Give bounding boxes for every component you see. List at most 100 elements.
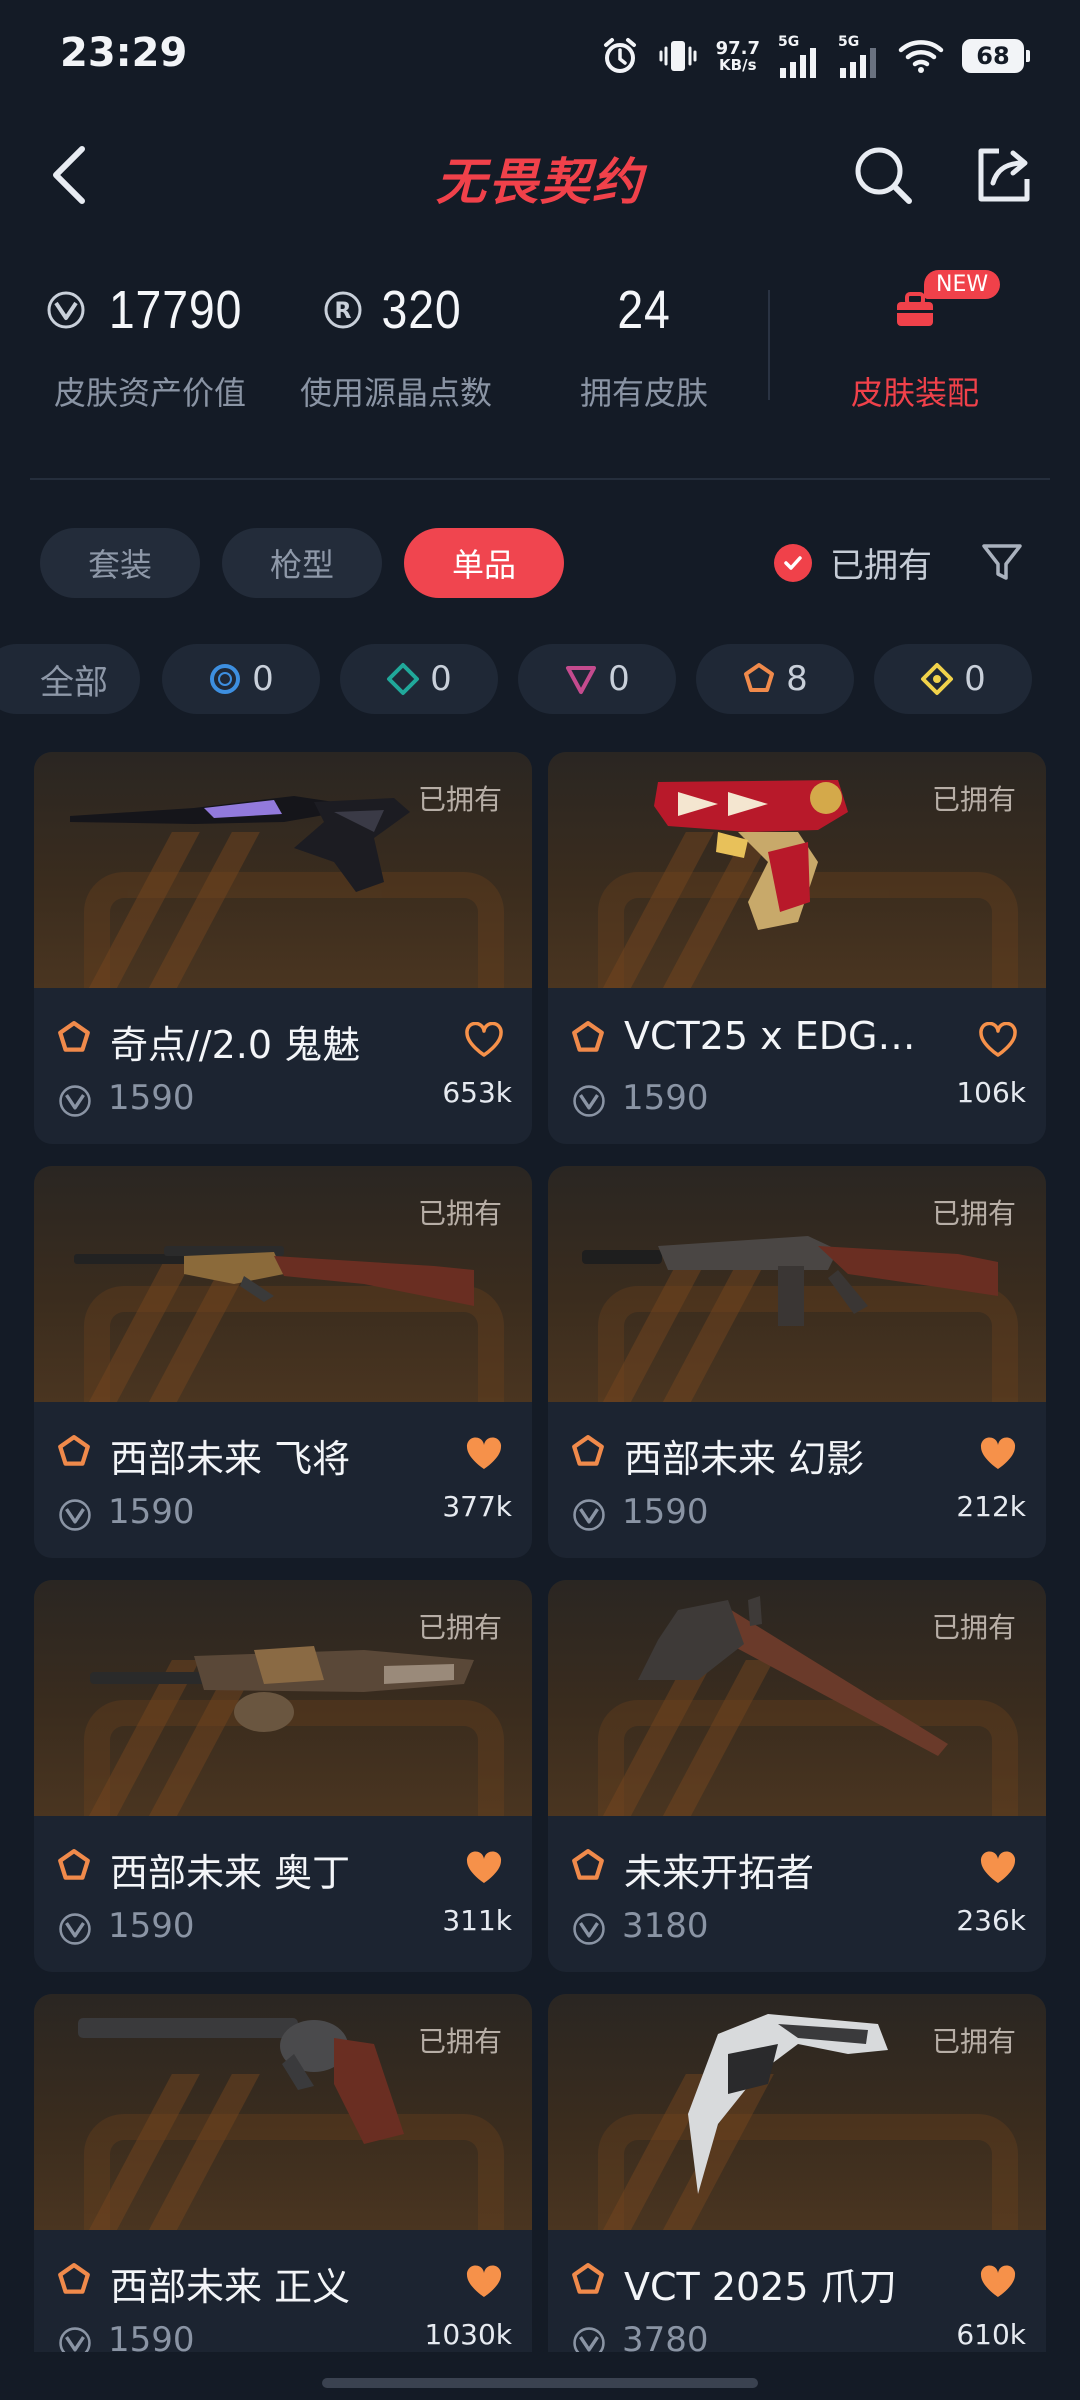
rarity-exclusive-icon [58,1849,90,1880]
rarity-ultra-count: 0 [964,659,986,699]
tab-single-item[interactable]: 单品 [404,528,564,598]
filter-row: 套装 枪型 单品 已拥有 [0,528,1080,600]
skin-image: 已拥有 [548,1166,1046,1402]
vibrate-icon [658,36,698,76]
tab-bundle-label: 套装 [87,546,152,584]
rarity-select-count: 0 [252,659,274,699]
heart-filled-icon[interactable] [978,2264,1018,2300]
heart-filled-icon[interactable] [464,1850,504,1886]
skin-price: 1590 [622,1078,709,1118]
search-button[interactable] [848,140,918,210]
owned-tag: 已拥有 [931,2025,1016,2058]
skin-likes: 653k [442,1076,512,1109]
skin-likes: 311k [442,1904,512,1937]
skin-likes: 236k [956,1904,1026,1937]
rarity-exclusive-icon [572,1849,604,1880]
vp-icon [573,1085,605,1117]
owned-tag: 已拥有 [417,1197,502,1230]
rarity-ultra-icon [921,663,954,695]
skin-price: 3180 [622,1906,709,1946]
owned-tag: 已拥有 [417,2025,502,2058]
skin-card[interactable]: 已拥有 奇点//2.0 鬼魅 1590 653k [34,752,532,1144]
rarity-exclusive-chip[interactable]: 8 [696,644,854,714]
vp-icon [47,291,85,329]
status-bar: 23:29 97.7 KB/s 5G 5G 68 [0,0,1080,118]
skin-card[interactable]: 已拥有 西部未来 正义 1590 1030k [34,1994,532,2352]
rarity-exclusive-icon [58,1021,90,1052]
skin-card[interactable]: 已拥有 VCT25 x EDG… 1590 106k [548,752,1046,1144]
tab-weapon-type[interactable]: 枪型 [222,528,382,598]
skin-image: 已拥有 [34,1994,532,2230]
net-speed-value: 97.7 [715,37,760,59]
skin-price: 1590 [622,1492,709,1532]
skin-image: 已拥有 [548,1994,1046,2230]
rarity-premium-chip[interactable]: 0 [518,644,676,714]
skin-image: 已拥有 [34,1166,532,1402]
rarity-deluxe-chip[interactable]: 0 [340,644,498,714]
skin-price: 1590 [108,1906,195,1946]
owned-skins-label: 拥有皮肤 [579,374,708,412]
skin-name: 西部未来 飞将 [110,1437,351,1481]
wifi-icon [898,38,944,74]
asset-value: 17790 [109,280,243,340]
share-button[interactable] [968,140,1038,210]
rarity-premium-icon [566,666,597,694]
heart-outline-icon[interactable] [464,1022,504,1058]
skin-image: 已拥有 [548,1580,1046,1816]
skin-card[interactable]: 已拥有 VCT 2025 爪刀 3780 610k [548,1994,1046,2352]
owned-tag: 已拥有 [931,1197,1016,1230]
rarity-premium-count: 0 [608,659,630,699]
owned-filter-label: 已拥有 [830,546,932,586]
filter-button[interactable] [978,538,1026,590]
rarity-exclusive-icon [572,1021,604,1052]
home-indicator[interactable] [322,2378,758,2388]
sim1-label: 5G [778,34,800,50]
heart-filled-icon[interactable] [978,1436,1018,1472]
rarity-select-icon [210,664,241,694]
rarity-deluxe-icon [387,663,420,695]
net-speed: 97.7 KB/s [715,37,760,74]
skin-equip-button[interactable]: NEW 皮肤装配 [800,270,1030,414]
skin-name: 西部未来 正义 [110,2265,351,2309]
rarity-select-chip[interactable]: 0 [162,644,320,714]
skin-card[interactable]: 已拥有 未来开拓者 3180 236k [548,1580,1046,1972]
share-icon [978,148,1030,202]
radianite-points-label: 使用源晶点数 [299,374,492,412]
check-icon [774,543,812,582]
skin-equip-label: 皮肤装配 [850,374,979,412]
rarity-all-chip[interactable]: 全部 [0,644,140,714]
alarm-icon [600,36,640,76]
section-divider [30,478,1050,480]
battery-indicator: 68 [962,39,1030,73]
rarity-ultra-chip[interactable]: 0 [874,644,1032,714]
radianite-points: 320 [381,280,463,340]
rarity-exclusive-icon [58,1435,90,1466]
radianite-icon: R [324,291,362,329]
search-icon [855,147,912,204]
app-logo-title: 无畏契约 [436,153,644,211]
status-icons: 97.7 KB/s 5G 5G 68 [600,34,1030,78]
skin-name: 西部未来 奥丁 [110,1851,351,1895]
skin-card[interactable]: 已拥有 西部未来 飞将 1590 377k [34,1166,532,1558]
skin-image: 已拥有 [34,1580,532,1816]
tab-bundle[interactable]: 套装 [40,528,200,598]
skin-card[interactable]: 已拥有 西部未来 奥丁 1590 311k [34,1580,532,1972]
rarity-exclusive-icon [572,1435,604,1466]
heart-filled-icon[interactable] [464,1436,504,1472]
signal-sim1-icon: 5G [778,34,820,78]
heart-filled-icon[interactable] [464,2264,504,2300]
sim2-label: 5G [838,34,860,50]
stat-asset-value: 17790 皮肤资产价值 [20,270,280,414]
owned-filter-toggle[interactable]: 已拥有 [774,538,932,587]
skin-card[interactable]: 已拥有 西部未来 幻影 1590 212k [548,1166,1046,1558]
rarity-filter-row: 全部 0 0 0 8 0 [0,644,1080,716]
skin-likes: 610k [956,2318,1026,2351]
svg-text:R: R [335,299,352,324]
stats-divider [768,290,770,400]
vp-icon [59,1085,91,1117]
vp-icon [59,1499,91,1531]
heart-outline-icon[interactable] [978,1022,1018,1058]
skin-name: 西部未来 幻影 [624,1437,865,1481]
heart-filled-icon[interactable] [978,1850,1018,1886]
net-speed-unit: KB/s [719,55,757,74]
